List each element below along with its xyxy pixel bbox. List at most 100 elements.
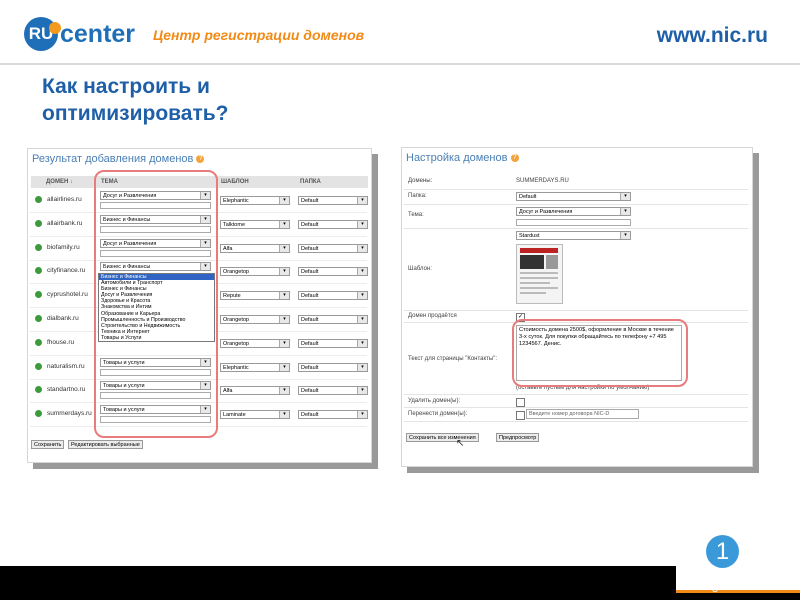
chevron-down-icon: ▾ [279,364,289,371]
domains-value: SUMMERDAYS.RU [516,178,569,184]
transfer-contract-input[interactable]: Введите номер договора NIC-D [526,409,639,419]
preview-button[interactable]: Предпросмотр [496,433,540,442]
chevron-down-icon: ▾ [279,411,289,418]
chevron-down-icon: ▾ [357,340,367,347]
domain-name: summerdays.ru [47,410,92,417]
chevron-down-icon: ▾ [357,197,367,204]
panel-title: Результат добавления доменов [32,153,194,165]
folder-select[interactable]: Default ▾ [298,291,368,300]
contacts-highlight [512,319,688,387]
transfer-label: Перенести домен(ы): [408,411,468,417]
domains-label: Домены: [408,178,433,184]
chevron-down-icon: ▾ [357,316,367,323]
template-select[interactable]: Elephantic ▾ [220,363,290,372]
theme-extra-input[interactable] [516,219,631,226]
template-select[interactable]: Orangetop ▾ [220,315,290,324]
panel-title: Настройка доменов [406,152,508,164]
divider [404,394,748,395]
page-number-overflow: 3 [712,583,719,595]
status-ok-icon [35,291,42,298]
folder-select[interactable]: Default ▾ [298,267,368,276]
template-select[interactable]: Stardust ▾ [516,231,631,240]
status-ok-icon [35,363,42,370]
page-number: 1 [706,535,739,568]
cursor-icon: ↖ [456,438,465,449]
chevron-down-icon: ▾ [357,292,367,299]
folder-select[interactable]: Default ▾ [298,339,368,348]
chevron-down-icon: ▾ [620,232,630,239]
help-icon[interactable]: ? [196,155,205,164]
status-ok-icon [35,339,42,346]
chevron-down-icon: ▾ [279,197,289,204]
footer-accent [676,590,800,593]
chevron-down-icon: ▾ [279,340,289,347]
help-icon[interactable]: ? [510,154,519,163]
domain-name: fhouse.ru [47,339,75,346]
domain-name: dialbank.ru [47,315,79,322]
domain-name: cyprushotel.ru [47,291,88,298]
folder-select[interactable]: Default ▾ [298,244,368,253]
domain-name: allairbank.ru [47,220,83,227]
header-divider [0,63,800,65]
template-preview-thumbnail[interactable] [516,244,563,304]
for-sale-label: Домен продаётся [408,313,457,319]
chevron-down-icon: ▾ [279,292,289,299]
edit-selected-button[interactable]: Редактировать выбранные [68,440,143,449]
chevron-down-icon: ▾ [357,411,367,418]
divider [404,204,748,205]
domain-name: standartno.ru [47,386,86,393]
status-ok-icon [35,244,42,251]
status-ok-icon [35,410,42,417]
template-select[interactable]: Alfa ▾ [220,244,290,253]
folder-select[interactable]: Default ▾ [298,363,368,372]
divider [404,407,748,408]
logo-word: center [60,19,136,48]
status-ok-icon [35,196,42,203]
divider [404,189,748,190]
template-select[interactable]: Elephantic ▾ [220,196,290,205]
save-button[interactable]: Сохранить [31,440,65,449]
delete-checkbox[interactable] [516,398,525,407]
chevron-down-icon: ▾ [620,208,630,215]
folder-select[interactable]: Default ▾ [298,386,368,395]
col-template[interactable]: ШАБЛОН [221,176,249,188]
sort-arrow-icon[interactable]: ↓ [70,179,73,185]
template-select[interactable]: Laminate ▾ [220,410,290,419]
chevron-down-icon: ▾ [357,221,367,228]
ru-center-logo: RU center [24,17,135,51]
folder-select[interactable]: Default ▾ [298,315,368,324]
transfer-checkbox[interactable] [516,411,525,420]
folder-select[interactable]: Default ▾ [516,192,631,201]
template-select[interactable]: Alfa ▾ [220,386,290,395]
chevron-down-icon: ▾ [357,268,367,275]
chevron-down-icon: ▾ [357,387,367,394]
theme-select[interactable]: Досуг и Развлечения ▾ [516,207,631,216]
status-ok-icon [35,315,42,322]
chevron-down-icon: ▾ [279,221,289,228]
status-ok-icon [35,220,42,227]
chevron-down-icon: ▾ [279,316,289,323]
template-select[interactable]: Orangetop ▾ [220,267,290,276]
template-select[interactable]: Talktome ▾ [220,220,290,229]
slide-title: Как настроить и оптимизировать? [42,75,229,125]
theme-label: Тема: [408,212,424,218]
folder-select[interactable]: Default ▾ [298,410,368,419]
domain-name: biofamily.ru [47,244,80,251]
col-folder[interactable]: ПАПКА [300,176,321,188]
domain-name: allairlines.ru [47,196,82,203]
col-domain[interactable]: ДОМЕН ↓ [46,176,73,188]
tagline: Центр регистрации доменов [153,27,365,43]
logo-mark: RU [24,17,61,51]
template-select[interactable]: Repute ▾ [220,291,290,300]
chevron-down-icon: ▾ [357,364,367,371]
divider [404,228,748,229]
chevron-down-icon: ▾ [279,387,289,394]
delete-label: Удалить домен(ы): [408,398,461,404]
template-select[interactable]: Orangetop ▾ [220,339,290,348]
chevron-down-icon: ▾ [279,268,289,275]
domain-name: cityfinance.ru [47,267,86,274]
divider [404,421,748,422]
save-all-button[interactable]: Сохранить все изменения [406,433,479,442]
folder-select[interactable]: Default ▾ [298,196,368,205]
folder-select[interactable]: Default ▾ [298,220,368,229]
